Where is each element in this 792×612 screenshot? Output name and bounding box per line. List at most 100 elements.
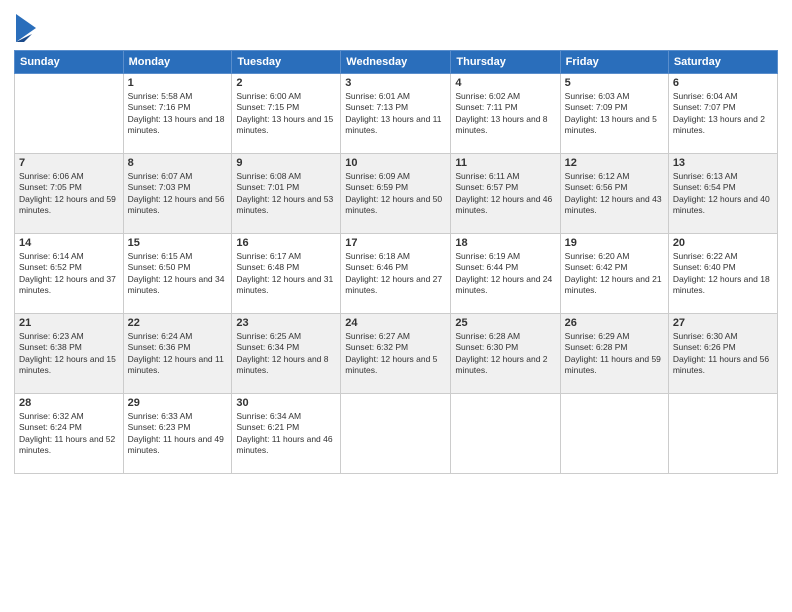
day-number: 9	[236, 157, 336, 169]
calendar-week-row: 1Sunrise: 5:58 AMSunset: 7:16 PMDaylight…	[15, 74, 778, 154]
weekday-header: Saturday	[668, 51, 777, 74]
day-info: Sunrise: 6:34 AMSunset: 6:21 PMDaylight:…	[236, 411, 336, 457]
day-number: 5	[565, 77, 664, 89]
day-number: 18	[455, 237, 555, 249]
weekday-header: Friday	[560, 51, 668, 74]
calendar-week-row: 14 Sunrise: 6:14 AMSunset: 6:52 PMDayligh…	[15, 234, 778, 314]
day-number: 7	[19, 157, 119, 169]
day-number: 23	[236, 317, 336, 329]
calendar-cell: 17 Sunrise: 6:18 AMSunset: 6:46 PMDayligh…	[341, 234, 451, 314]
calendar-cell: 11Sunrise: 6:11 AMSunset: 6:57 PMDayligh…	[451, 154, 560, 234]
day-info: Sunrise: 6:00 AMSunset: 7:15 PMDaylight:…	[236, 91, 336, 137]
day-info: Sunrise: 6:24 AMSunset: 6:36 PMDaylight:…	[128, 331, 228, 377]
day-info: Sunrise: 6:04 AMSunset: 7:07 PMDaylight:…	[673, 91, 773, 137]
day-number: 16	[236, 237, 336, 249]
calendar-cell: 15 Sunrise: 6:15 AMSunset: 6:50 PMDayligh…	[123, 234, 232, 314]
calendar-cell	[15, 74, 124, 154]
day-number: 26	[565, 317, 664, 329]
day-info: Sunrise: 6:18 AMSunset: 6:46 PMDaylight:…	[345, 251, 446, 297]
day-info: Sunrise: 6:08 AMSunset: 7:01 PMDaylight:…	[236, 171, 336, 217]
day-number: 19	[565, 237, 664, 249]
day-info: Sunrise: 6:11 AMSunset: 6:57 PMDaylight:…	[455, 171, 555, 217]
day-number: 21	[19, 317, 119, 329]
day-number: 14	[19, 237, 119, 249]
day-info: Sunrise: 6:15 AMSunset: 6:50 PMDaylight:…	[128, 251, 228, 297]
calendar-cell: 20 Sunrise: 6:22 AMSunset: 6:40 PMDayligh…	[668, 234, 777, 314]
calendar-cell: 8 Sunrise: 6:07 AMSunset: 7:03 PMDaylight…	[123, 154, 232, 234]
calendar-cell: 23 Sunrise: 6:25 AMSunset: 6:34 PMDayligh…	[232, 314, 341, 394]
day-number: 10	[345, 157, 446, 169]
calendar-cell: 9 Sunrise: 6:08 AMSunset: 7:01 PMDaylight…	[232, 154, 341, 234]
day-number: 3	[345, 77, 446, 89]
weekday-header: Wednesday	[341, 51, 451, 74]
day-info: Sunrise: 6:25 AMSunset: 6:34 PMDaylight:…	[236, 331, 336, 377]
calendar-cell: 3Sunrise: 6:01 AMSunset: 7:13 PMDaylight…	[341, 74, 451, 154]
day-number: 30	[236, 397, 336, 409]
day-info: Sunrise: 6:22 AMSunset: 6:40 PMDaylight:…	[673, 251, 773, 297]
calendar-cell: 19 Sunrise: 6:20 AMSunset: 6:42 PMDayligh…	[560, 234, 668, 314]
day-number: 8	[128, 157, 228, 169]
day-number: 15	[128, 237, 228, 249]
calendar-week-row: 21 Sunrise: 6:23 AMSunset: 6:38 PMDayligh…	[15, 314, 778, 394]
calendar-cell: 6 Sunrise: 6:04 AMSunset: 7:07 PMDaylight…	[668, 74, 777, 154]
calendar-cell: 21 Sunrise: 6:23 AMSunset: 6:38 PMDayligh…	[15, 314, 124, 394]
day-info: Sunrise: 6:20 AMSunset: 6:42 PMDaylight:…	[565, 251, 664, 297]
day-info: Sunrise: 6:13 AMSunset: 6:54 PMDaylight:…	[673, 171, 773, 217]
calendar-cell: 29 Sunrise: 6:33 AMSunset: 6:23 PMDayligh…	[123, 394, 232, 474]
day-info: Sunrise: 6:29 AMSunset: 6:28 PMDaylight:…	[565, 331, 664, 377]
day-info: Sunrise: 6:32 AMSunset: 6:24 PMDaylight:…	[19, 411, 119, 457]
day-number: 24	[345, 317, 446, 329]
day-number: 12	[565, 157, 664, 169]
day-info: Sunrise: 6:09 AMSunset: 6:59 PMDaylight:…	[345, 171, 446, 217]
calendar-cell: 14 Sunrise: 6:14 AMSunset: 6:52 PMDayligh…	[15, 234, 124, 314]
calendar-cell: 18 Sunrise: 6:19 AMSunset: 6:44 PMDayligh…	[451, 234, 560, 314]
calendar-cell: 2Sunrise: 6:00 AMSunset: 7:15 PMDaylight…	[232, 74, 341, 154]
day-info: Sunrise: 6:27 AMSunset: 6:32 PMDaylight:…	[345, 331, 446, 377]
day-info: Sunrise: 6:19 AMSunset: 6:44 PMDaylight:…	[455, 251, 555, 297]
logo-icon	[16, 14, 36, 42]
day-info: Sunrise: 6:12 AMSunset: 6:56 PMDaylight:…	[565, 171, 664, 217]
calendar-cell: 30 Sunrise: 6:34 AMSunset: 6:21 PMDayligh…	[232, 394, 341, 474]
weekday-header: Monday	[123, 51, 232, 74]
calendar-cell: 16 Sunrise: 6:17 AMSunset: 6:48 PMDayligh…	[232, 234, 341, 314]
day-info: Sunrise: 6:33 AMSunset: 6:23 PMDaylight:…	[128, 411, 228, 457]
calendar-cell	[560, 394, 668, 474]
day-info: Sunrise: 6:03 AMSunset: 7:09 PMDaylight:…	[565, 91, 664, 137]
calendar-cell: 4Sunrise: 6:02 AMSunset: 7:11 PMDaylight…	[451, 74, 560, 154]
day-number: 27	[673, 317, 773, 329]
calendar-cell: 1Sunrise: 5:58 AMSunset: 7:16 PMDaylight…	[123, 74, 232, 154]
day-number: 25	[455, 317, 555, 329]
day-number: 17	[345, 237, 446, 249]
day-number: 4	[455, 77, 555, 89]
calendar-cell: 26 Sunrise: 6:29 AMSunset: 6:28 PMDayligh…	[560, 314, 668, 394]
day-number: 13	[673, 157, 773, 169]
calendar-cell: 28 Sunrise: 6:32 AMSunset: 6:24 PMDayligh…	[15, 394, 124, 474]
calendar-cell: 13 Sunrise: 6:13 AMSunset: 6:54 PMDayligh…	[668, 154, 777, 234]
calendar-week-row: 7 Sunrise: 6:06 AMSunset: 7:05 PMDaylight…	[15, 154, 778, 234]
day-number: 20	[673, 237, 773, 249]
weekday-header: Sunday	[15, 51, 124, 74]
header	[14, 10, 778, 42]
day-number: 6	[673, 77, 773, 89]
calendar-cell: 7 Sunrise: 6:06 AMSunset: 7:05 PMDaylight…	[15, 154, 124, 234]
day-info: Sunrise: 6:30 AMSunset: 6:26 PMDaylight:…	[673, 331, 773, 377]
calendar-table: SundayMondayTuesdayWednesdayThursdayFrid…	[14, 50, 778, 474]
weekday-header: Thursday	[451, 51, 560, 74]
calendar-cell: 27 Sunrise: 6:30 AMSunset: 6:26 PMDayligh…	[668, 314, 777, 394]
day-number: 28	[19, 397, 119, 409]
day-info: Sunrise: 6:07 AMSunset: 7:03 PMDaylight:…	[128, 171, 228, 217]
calendar-cell: 12 Sunrise: 6:12 AMSunset: 6:56 PMDayligh…	[560, 154, 668, 234]
calendar-cell: 24 Sunrise: 6:27 AMSunset: 6:32 PMDayligh…	[341, 314, 451, 394]
day-info: Sunrise: 6:06 AMSunset: 7:05 PMDaylight:…	[19, 171, 119, 217]
weekday-header: Tuesday	[232, 51, 341, 74]
logo	[14, 14, 40, 42]
calendar-cell: 5 Sunrise: 6:03 AMSunset: 7:09 PMDaylight…	[560, 74, 668, 154]
day-number: 29	[128, 397, 228, 409]
calendar-cell	[341, 394, 451, 474]
day-info: Sunrise: 6:17 AMSunset: 6:48 PMDaylight:…	[236, 251, 336, 297]
day-number: 1	[128, 77, 228, 89]
day-info: Sunrise: 6:23 AMSunset: 6:38 PMDaylight:…	[19, 331, 119, 377]
calendar-cell	[451, 394, 560, 474]
day-info: Sunrise: 6:14 AMSunset: 6:52 PMDaylight:…	[19, 251, 119, 297]
page: SundayMondayTuesdayWednesdayThursdayFrid…	[0, 0, 792, 612]
